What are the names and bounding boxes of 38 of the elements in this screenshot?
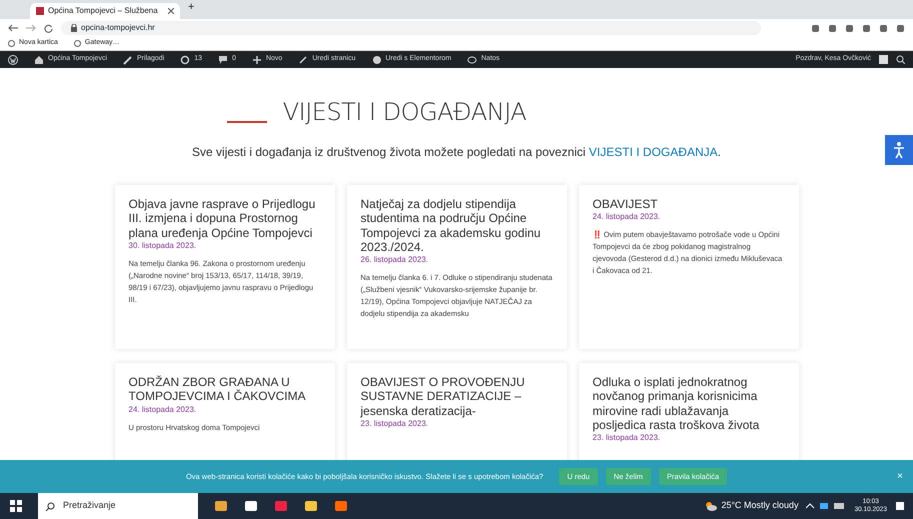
post-title[interactable]: Objava javne rasprave o Prijedlogu III. izmjena i dopuna Prostornog plana uređenja Općine Tompojevci	[128, 196, 320, 240]
back-icon[interactable]	[8, 24, 18, 32]
post-date: 23. listopada 2023.	[360, 418, 430, 430]
search-icon[interactable]	[896, 55, 905, 64]
weather-icon	[705, 501, 718, 511]
windows-start-icon[interactable]	[10, 500, 22, 512]
post-date: 24. listopada 2023.	[592, 211, 662, 224]
reload-icon[interactable]	[44, 24, 53, 32]
notification-icon[interactable]	[895, 501, 905, 511]
taskbar-search-field[interactable]: Pretraživanje	[38, 493, 198, 519]
post-date: 23. listopada 2023.	[592, 432, 662, 444]
lock-icon	[71, 24, 77, 32]
accessibility-icon	[891, 141, 907, 159]
post-title[interactable]: Odluka o isplati jednokratnog novčanog primanja korisnicima mirovine radi ublažavanja posljedica rasta troškova života	[592, 374, 784, 432]
new-tab-button[interactable]: +	[188, 0, 194, 15]
address-bar[interactable]: opcina-tompojevci.hr	[61, 21, 761, 35]
post-title[interactable]: Natječaj za dodjelu stipendija studentima na području Općine Tompojevci za akademsku godinu 2023./2024.	[360, 196, 552, 254]
pencil-icon	[298, 54, 308, 64]
avatar-icon	[879, 55, 888, 64]
wordpress-logo-icon[interactable]	[8, 54, 18, 64]
intro-text: Sve vijesti i događanja iz društvenog života možete pogledati na poveznici VIJESTI I DOGAĐANJA.	[192, 144, 721, 161]
post-date: 24. listopada 2023.	[128, 404, 198, 416]
intro-link[interactable]: VIJESTI I DOGAĐANJA	[588, 144, 718, 159]
post-title[interactable]: OBAVIJEST O PROVOĐENJU SUSTAVNE DERATIZACIJE – jesenska deratizacija-	[360, 374, 552, 418]
site-favicon	[36, 7, 44, 15]
house-icon	[34, 54, 44, 64]
plus-icon	[252, 54, 262, 64]
page-title: VIJESTI I DOGAĐANJA	[282, 98, 526, 127]
weather-widget[interactable]: 25°C Mostly cloudy	[705, 499, 798, 513]
search-icon	[46, 502, 55, 510]
post-date: 30. listopada 2023.	[128, 240, 198, 252]
post-date: 26. listopada 2023.	[360, 254, 430, 266]
post-title[interactable]: ODRŽAN ZBOR GRAĐANA U TOMPOJEVCIMA I ČAKOVCIMA	[128, 374, 320, 404]
comment-icon	[218, 54, 228, 64]
browser-tab[interactable]: Općina Tompojevci – Službena	[30, 3, 180, 19]
accessibility-button[interactable]	[885, 135, 913, 165]
post-title[interactable]: OBAVIJEST	[592, 196, 784, 212]
close-icon[interactable]	[168, 8, 174, 14]
